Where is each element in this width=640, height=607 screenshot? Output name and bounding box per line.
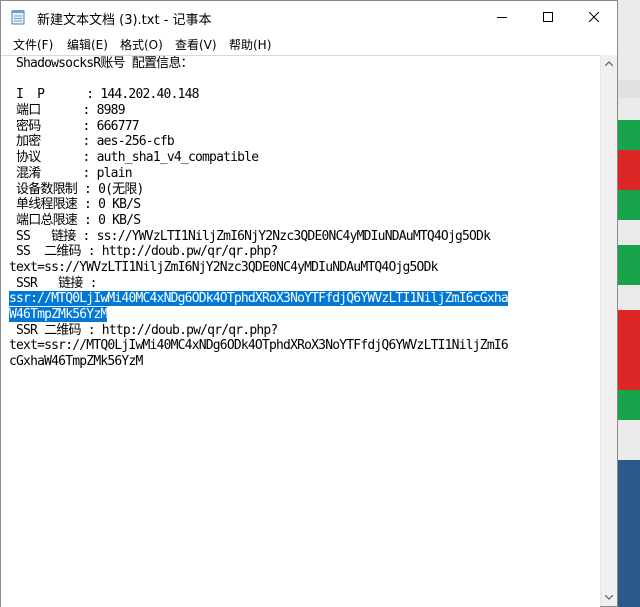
- close-button[interactable]: [571, 1, 617, 33]
- maximize-button[interactable]: [525, 1, 571, 33]
- minimize-icon: [497, 17, 507, 18]
- text-line: [9, 72, 600, 88]
- notepad-window: 新建文本文档 (3).txt - 记事本 文件(F) 编辑(E) 格式(O) 查…: [0, 0, 618, 607]
- maximize-icon: [543, 12, 553, 22]
- desktop-fragment: [617, 390, 640, 420]
- title-bar[interactable]: 新建文本文档 (3).txt - 记事本: [1, 1, 617, 33]
- selected-text-line: W46TmpZMk56YzM: [9, 307, 600, 323]
- text-editor[interactable]: ShadowsocksR账号 配置信息： I P : 144.202.40.14…: [1, 55, 600, 607]
- text-line: ShadowsocksR账号 配置信息：: [16, 56, 194, 71]
- desktop-fragment: [617, 360, 640, 390]
- desktop-fragment: [617, 460, 640, 607]
- selected-text-line: ssr://MTQ0LjIwMi40MC4xNDg6ODk4OTphdXRoX3…: [9, 291, 600, 307]
- menu-view[interactable]: 查看(V): [175, 36, 217, 53]
- text-line: text=ssr://MTQ0LjIwMi40MC4xNDg6ODk4OTphd…: [9, 338, 509, 354]
- desktop-fragment: [617, 310, 640, 360]
- text-line: text=ss://YWVzLTI1NiljZmI6NjY2Nzc3QDE0NC…: [9, 259, 438, 275]
- menu-format[interactable]: 格式(O): [120, 36, 163, 53]
- document-text: ShadowsocksR账号 配置信息： I P : 144.202.40.14…: [9, 56, 600, 370]
- desktop-fragment: [617, 245, 640, 285]
- scroll-up-button[interactable]: [601, 55, 617, 72]
- text-line: 单线程限速 : 0 KB/S: [16, 197, 141, 213]
- chevron-down-icon: [605, 595, 613, 600]
- selected-text: ssr://MTQ0LjIwMi40MC4xNDg6ODk4OTphdXRoX3…: [9, 291, 509, 307]
- text-line: 协议 : auth_sha1_v4_compatible: [16, 150, 259, 166]
- menu-edit[interactable]: 编辑(E): [67, 36, 108, 53]
- chevron-up-icon: [605, 61, 613, 66]
- text-line: SSR 二维码 : http://doub.pw/qr/qr.php?: [16, 322, 278, 338]
- notepad-icon: [11, 10, 25, 25]
- menu-help[interactable]: 帮助(H): [229, 36, 271, 53]
- desktop-fragment: [617, 120, 640, 150]
- scroll-down-button[interactable]: [601, 589, 617, 606]
- close-icon: [589, 12, 599, 22]
- desktop-fragment: [617, 190, 640, 220]
- text-line: 加密 : aes-256-cfb: [16, 134, 175, 150]
- vertical-scrollbar[interactable]: [600, 55, 617, 606]
- menu-file[interactable]: 文件(F): [13, 36, 53, 53]
- text-line: SS 链接 : ss://YWVzLTI1NiljZmI6NjY2Nzc3QDE…: [16, 228, 491, 244]
- desktop-fragment: [617, 80, 640, 98]
- text-line: 混淆 : plain: [16, 165, 133, 181]
- text-line: 端口总限速 : 0 KB/S: [16, 212, 141, 228]
- text-line: I P : 144.202.40.148: [16, 87, 200, 103]
- window-title: 新建文本文档 (3).txt - 记事本: [37, 13, 212, 28]
- text-line: SS 二维码 : http://doub.pw/qr/qr.php?: [16, 244, 278, 260]
- selected-text: W46TmpZMk56YzM: [9, 307, 108, 322]
- text-line: 密码 : 666777: [16, 118, 140, 134]
- minimize-button[interactable]: [479, 1, 525, 33]
- text-line: 端口 : 8989: [16, 103, 126, 119]
- text-line: cGxhaW46TmpZMk56YzM: [9, 354, 143, 370]
- menu-bar: 文件(F) 编辑(E) 格式(O) 查看(V) 帮助(H): [1, 33, 617, 55]
- text-line: SSR 链接 :: [16, 275, 97, 291]
- text-line: 设备数限制 : 0(无限): [16, 181, 144, 197]
- desktop-background: [617, 0, 640, 607]
- desktop-fragment: [617, 150, 640, 190]
